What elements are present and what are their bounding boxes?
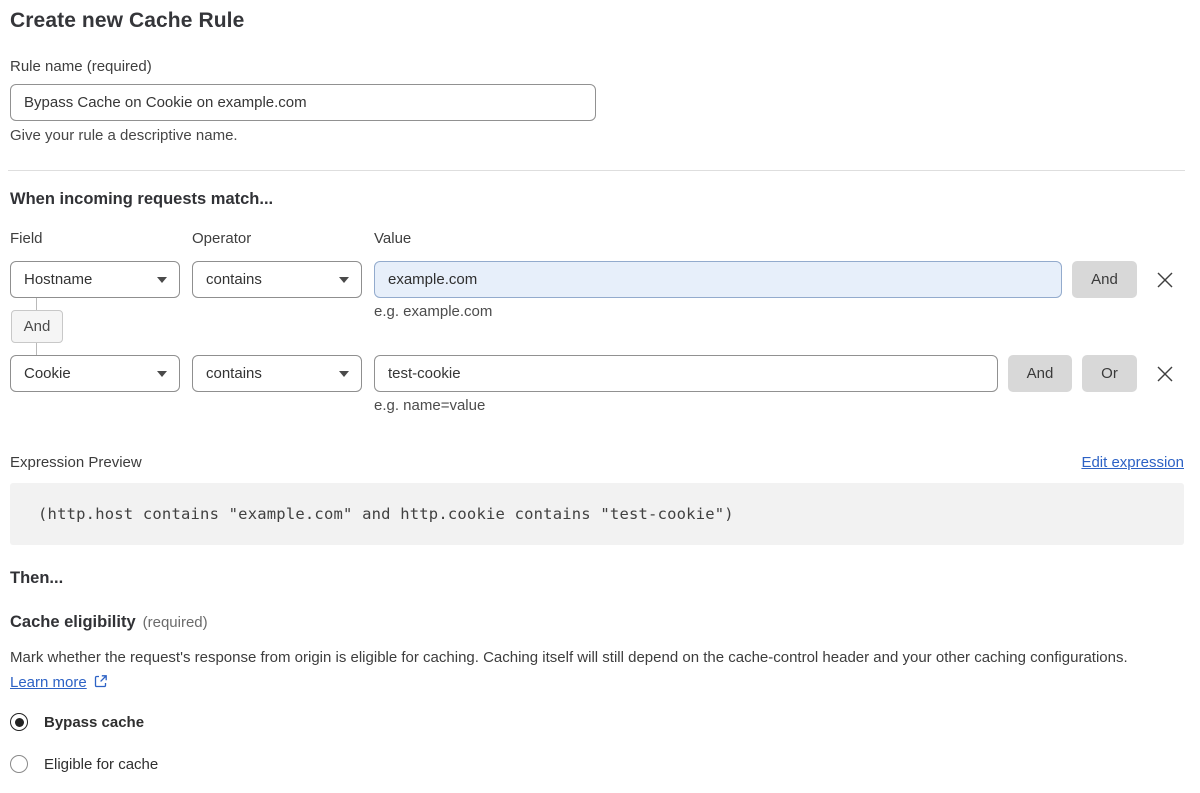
operator-select-row2-value: contains [206, 365, 262, 382]
and-button-row1[interactable]: And [1072, 261, 1137, 298]
column-label-field: Field [10, 230, 43, 247]
field-select-row1[interactable]: Hostname [10, 261, 180, 298]
rule-name-help: Give your rule a descriptive name. [10, 127, 238, 144]
connector-line [36, 343, 37, 355]
close-icon [1157, 272, 1173, 287]
operator-select-row1-value: contains [206, 271, 262, 288]
expression-preview-code: (http.host contains "example.com" and ht… [38, 505, 734, 523]
then-heading: Then... [10, 569, 64, 587]
rule-name-label: Rule name (required) [10, 58, 152, 75]
section-divider [8, 170, 1185, 171]
radio-dot [14, 717, 24, 727]
radio-selected-icon[interactable] [10, 713, 28, 731]
field-select-row1-value: Hostname [24, 271, 93, 288]
edit-expression-link[interactable]: Edit expression [1081, 454, 1184, 471]
radio-unselected-icon[interactable] [10, 755, 28, 773]
and-button-row2[interactable]: And [1008, 355, 1072, 392]
cache-eligibility-heading-row: Cache eligibility (required) [10, 613, 208, 632]
required-note: (required) [142, 614, 208, 631]
or-button-row2[interactable]: Or [1082, 355, 1137, 392]
remove-row1-button[interactable] [1147, 261, 1183, 298]
chevron-down-icon [157, 370, 167, 377]
cache-eligibility-description: Mark whether the request's response from… [10, 646, 1160, 695]
field-select-row2[interactable]: Cookie [10, 355, 180, 392]
operator-select-row2[interactable]: contains [192, 355, 362, 392]
and-connector-badge: And [11, 310, 63, 343]
chevron-down-icon [339, 276, 349, 283]
cache-eligibility-heading: Cache eligibility [10, 613, 136, 631]
radio-option-eligible-for-cache[interactable]: Eligible for cache [10, 755, 158, 773]
create-cache-rule-page: Create new Cache Rule Rule name (require… [0, 0, 1200, 793]
radio-label-eligible-for-cache: Eligible for cache [44, 755, 159, 773]
radio-option-bypass-cache[interactable]: Bypass cache [10, 713, 144, 731]
page-title: Create new Cache Rule [10, 9, 245, 32]
close-icon [1157, 366, 1173, 381]
radio-label-bypass-cache: Bypass cache [44, 713, 145, 731]
connector-line [36, 298, 37, 310]
rule-name-input[interactable] [10, 84, 596, 121]
column-label-operator: Operator [192, 230, 252, 247]
value-input-row1[interactable] [374, 261, 1062, 298]
chevron-down-icon [157, 276, 167, 283]
learn-more-link[interactable]: Learn more [10, 674, 87, 691]
value-input-row2[interactable] [374, 355, 998, 392]
expression-preview-label: Expression Preview [10, 454, 142, 471]
expression-preview-box: (http.host contains "example.com" and ht… [10, 483, 1184, 545]
column-label-value: Value [374, 230, 412, 247]
remove-row2-button[interactable] [1147, 355, 1183, 392]
operator-select-row1[interactable]: contains [192, 261, 362, 298]
external-link-icon [94, 674, 107, 687]
chevron-down-icon [339, 370, 349, 377]
value-hint-row2: e.g. name=value [374, 397, 486, 414]
field-select-row2-value: Cookie [24, 365, 71, 382]
description-text: Mark whether the request's response from… [10, 649, 1128, 666]
value-hint-row1: e.g. example.com [374, 303, 493, 320]
match-section-heading: When incoming requests match... [10, 190, 274, 208]
